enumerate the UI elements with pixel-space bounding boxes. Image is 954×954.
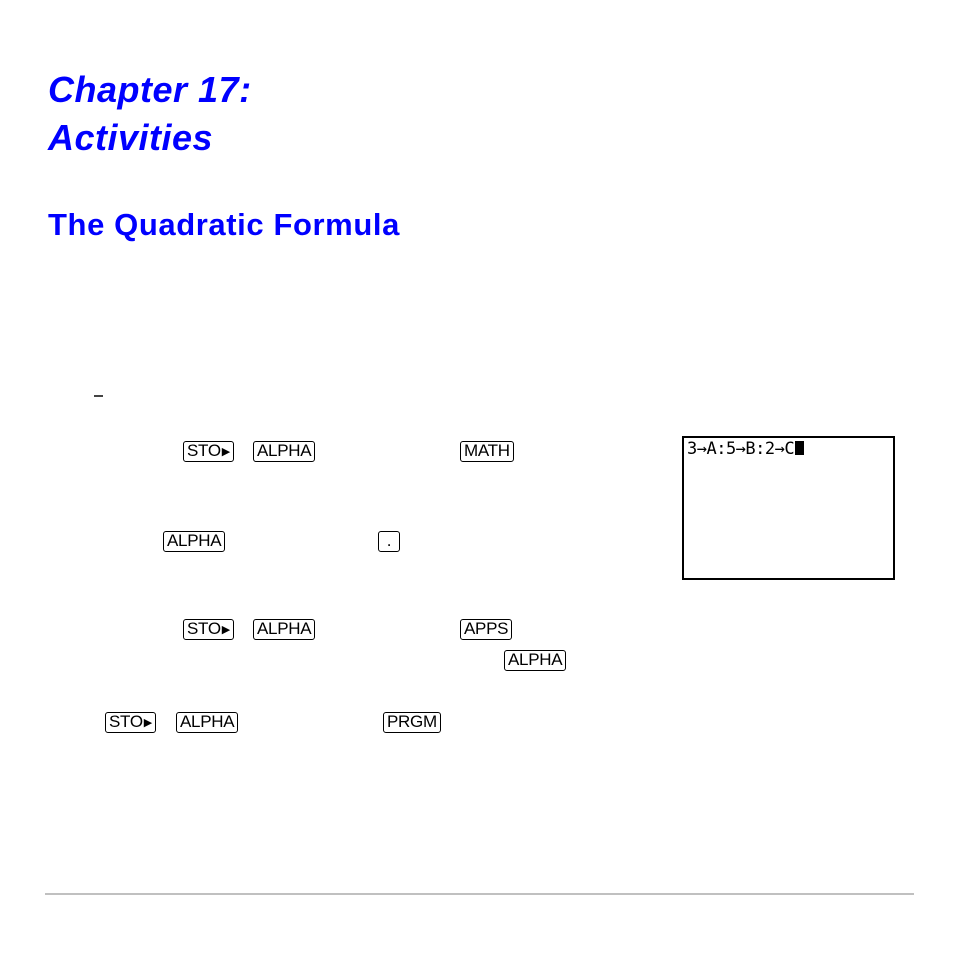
key-apps: APPS: [460, 619, 513, 640]
key-sto: STO▶: [183, 619, 234, 640]
key-label: STO: [187, 619, 221, 638]
key-decimal: .: [378, 531, 400, 552]
screen-line: 3→A:5→B:2→C: [687, 439, 805, 459]
chapter-title-line1: Chapter 17:: [48, 69, 252, 110]
screen-text: 3→A:5→B:2→C: [687, 439, 795, 459]
footer-divider: [45, 893, 914, 895]
chapter-title-line2: Activities: [48, 117, 214, 158]
sto-arrow-icon: ▶: [221, 446, 230, 458]
key-alpha: ALPHA: [253, 441, 316, 462]
key-alpha: ALPHA: [163, 531, 226, 552]
key-alpha: ALPHA: [176, 712, 239, 733]
key-alpha: ALPHA: [253, 619, 316, 640]
cursor: [795, 441, 805, 455]
key-sto: STO▶: [105, 712, 156, 733]
sto-arrow-icon: ▶: [221, 624, 230, 636]
minus-sign: [94, 395, 103, 397]
key-label: STO: [187, 441, 221, 460]
key-sto: STO▶: [183, 441, 234, 462]
key-math: MATH: [460, 441, 514, 462]
section-title: The Quadratic Formula: [48, 207, 400, 242]
key-label: STO: [109, 712, 143, 731]
sto-arrow-icon: ▶: [143, 717, 152, 729]
key-prgm: PRGM: [383, 712, 441, 733]
calculator-screen: 3→A:5→B:2→C: [682, 436, 895, 580]
key-alpha: ALPHA: [504, 650, 567, 671]
